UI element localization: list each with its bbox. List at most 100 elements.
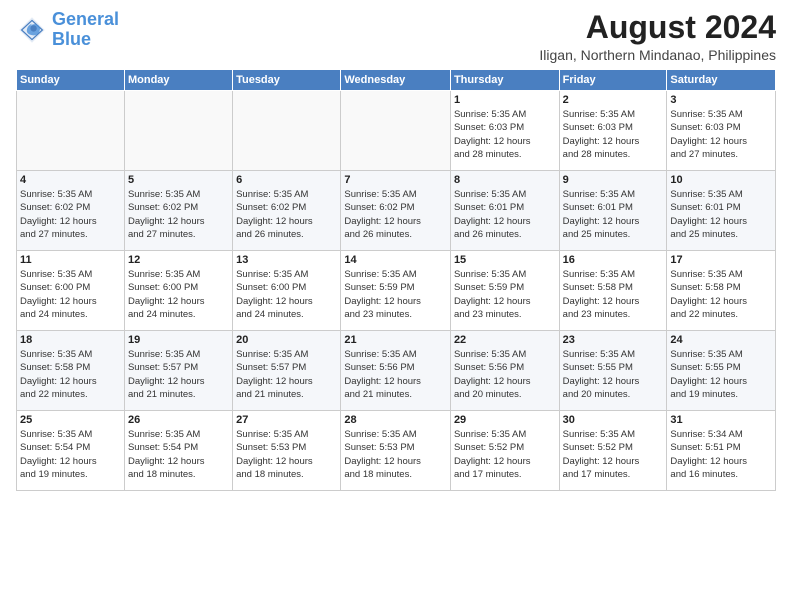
day-number: 14 xyxy=(344,254,447,266)
day-info: Sunrise: 5:35 AM Sunset: 5:58 PM Dayligh… xyxy=(563,268,664,321)
calendar-cell: 1 Sunrise: 5:35 AM Sunset: 6:03 PM Daylig… xyxy=(450,91,559,171)
calendar-week-0: 1 Sunrise: 5:35 AM Sunset: 6:03 PM Daylig… xyxy=(17,91,776,171)
calendar-cell: 30 Sunrise: 5:35 AM Sunset: 5:52 PM Dayli… xyxy=(559,411,667,491)
calendar-cell: 9 Sunrise: 5:35 AM Sunset: 6:01 PM Daylig… xyxy=(559,171,667,251)
day-number: 20 xyxy=(236,334,337,346)
day-number: 9 xyxy=(563,174,664,186)
logo-line1: General xyxy=(52,9,119,29)
day-info: Sunrise: 5:35 AM Sunset: 6:03 PM Dayligh… xyxy=(454,108,556,161)
day-number: 26 xyxy=(128,414,229,426)
calendar-cell: 17 Sunrise: 5:35 AM Sunset: 5:58 PM Dayli… xyxy=(667,251,776,331)
calendar: Sunday Monday Tuesday Wednesday Thursday… xyxy=(16,69,776,491)
day-info: Sunrise: 5:35 AM Sunset: 5:56 PM Dayligh… xyxy=(344,348,447,401)
day-number: 4 xyxy=(20,174,121,186)
col-tuesday: Tuesday xyxy=(233,70,341,91)
calendar-cell xyxy=(17,91,125,171)
calendar-week-1: 4 Sunrise: 5:35 AM Sunset: 6:02 PM Daylig… xyxy=(17,171,776,251)
col-wednesday: Wednesday xyxy=(341,70,451,91)
calendar-cell: 13 Sunrise: 5:35 AM Sunset: 6:00 PM Dayli… xyxy=(233,251,341,331)
day-number: 24 xyxy=(670,334,772,346)
header: General Blue August 2024 Iligan, Norther… xyxy=(16,10,776,63)
col-friday: Friday xyxy=(559,70,667,91)
day-number: 11 xyxy=(20,254,121,266)
calendar-cell: 5Sunrise: 5:35 AM Sunset: 6:02 PM Daylig… xyxy=(124,171,232,251)
day-info: Sunrise: 5:35 AM Sunset: 5:55 PM Dayligh… xyxy=(563,348,664,401)
day-info: Sunrise: 5:35 AM Sunset: 6:02 PM Dayligh… xyxy=(236,188,337,241)
calendar-header: Sunday Monday Tuesday Wednesday Thursday… xyxy=(17,70,776,91)
day-info: Sunrise: 5:35 AM Sunset: 5:54 PM Dayligh… xyxy=(20,428,121,481)
header-row: Sunday Monday Tuesday Wednesday Thursday… xyxy=(17,70,776,91)
day-info: Sunrise: 5:35 AM Sunset: 6:02 PM Dayligh… xyxy=(20,188,121,241)
day-number: 2 xyxy=(563,94,664,106)
day-info: Sunrise: 5:35 AM Sunset: 5:59 PM Dayligh… xyxy=(454,268,556,321)
calendar-week-2: 11 Sunrise: 5:35 AM Sunset: 6:00 PM Dayli… xyxy=(17,251,776,331)
subtitle: Iligan, Northern Mindanao, Philippines xyxy=(539,47,776,63)
calendar-cell: 4 Sunrise: 5:35 AM Sunset: 6:02 PM Daylig… xyxy=(17,171,125,251)
day-info: Sunrise: 5:35 AM Sunset: 5:54 PM Dayligh… xyxy=(128,428,229,481)
day-number: 21 xyxy=(344,334,447,346)
col-monday: Monday xyxy=(124,70,232,91)
calendar-cell: 2 Sunrise: 5:35 AM Sunset: 6:03 PM Daylig… xyxy=(559,91,667,171)
calendar-cell: 6 Sunrise: 5:35 AM Sunset: 6:02 PM Daylig… xyxy=(233,171,341,251)
calendar-cell: 25 Sunrise: 5:35 AM Sunset: 5:54 PM Dayli… xyxy=(17,411,125,491)
main-title: August 2024 xyxy=(539,10,776,45)
day-info: Sunrise: 5:35 AM Sunset: 5:59 PM Dayligh… xyxy=(344,268,447,321)
day-info: Sunrise: 5:35 AM Sunset: 6:01 PM Dayligh… xyxy=(454,188,556,241)
day-info: Sunrise: 5:35 AM Sunset: 5:53 PM Dayligh… xyxy=(236,428,337,481)
day-info: Sunrise: 5:35 AM Sunset: 6:00 PM Dayligh… xyxy=(20,268,121,321)
day-info: Sunrise: 5:35 AM Sunset: 5:52 PM Dayligh… xyxy=(563,428,664,481)
day-info: Sunrise: 5:35 AM Sunset: 5:58 PM Dayligh… xyxy=(670,268,772,321)
day-number: 31 xyxy=(670,414,772,426)
calendar-cell: 24 Sunrise: 5:35 AM Sunset: 5:55 PM Dayli… xyxy=(667,331,776,411)
calendar-cell: 26 Sunrise: 5:35 AM Sunset: 5:54 PM Dayli… xyxy=(124,411,232,491)
day-number: 1 xyxy=(454,94,556,106)
calendar-cell: 27 Sunrise: 5:35 AM Sunset: 5:53 PM Dayli… xyxy=(233,411,341,491)
day-number: 17 xyxy=(670,254,772,266)
calendar-cell: 18Sunrise: 5:35 AM Sunset: 5:58 PM Dayli… xyxy=(17,331,125,411)
day-number: 29 xyxy=(454,414,556,426)
day-info: Sunrise: 5:35 AM Sunset: 6:02 PM Dayligh… xyxy=(344,188,447,241)
calendar-cell: 8 Sunrise: 5:35 AM Sunset: 6:01 PM Daylig… xyxy=(450,171,559,251)
calendar-cell: 3Sunrise: 5:35 AM Sunset: 6:03 PM Daylig… xyxy=(667,91,776,171)
day-info: Sunrise: 5:35 AM Sunset: 6:01 PM Dayligh… xyxy=(670,188,772,241)
day-info: Sunrise: 5:35 AM Sunset: 6:03 PM Dayligh… xyxy=(563,108,664,161)
day-number: 10 xyxy=(670,174,772,186)
day-number: 23 xyxy=(563,334,664,346)
day-info: Sunrise: 5:35 AM Sunset: 5:55 PM Dayligh… xyxy=(670,348,772,401)
logo: General Blue xyxy=(16,10,119,50)
day-number: 16 xyxy=(563,254,664,266)
logo-text: General Blue xyxy=(52,10,119,50)
day-number: 6 xyxy=(236,174,337,186)
calendar-cell: 22Sunrise: 5:35 AM Sunset: 5:56 PM Dayli… xyxy=(450,331,559,411)
calendar-cell xyxy=(124,91,232,171)
day-number: 25 xyxy=(20,414,121,426)
calendar-cell: 10 Sunrise: 5:35 AM Sunset: 6:01 PM Dayli… xyxy=(667,171,776,251)
calendar-cell xyxy=(233,91,341,171)
day-info: Sunrise: 5:34 AM Sunset: 5:51 PM Dayligh… xyxy=(670,428,772,481)
day-number: 15 xyxy=(454,254,556,266)
day-info: Sunrise: 5:35 AM Sunset: 5:57 PM Dayligh… xyxy=(236,348,337,401)
day-number: 28 xyxy=(344,414,447,426)
calendar-cell: 7 Sunrise: 5:35 AM Sunset: 6:02 PM Daylig… xyxy=(341,171,451,251)
calendar-cell: 29 Sunrise: 5:35 AM Sunset: 5:52 PM Dayli… xyxy=(450,411,559,491)
col-thursday: Thursday xyxy=(450,70,559,91)
day-number: 3 xyxy=(670,94,772,106)
day-info: Sunrise: 5:35 AM Sunset: 6:01 PM Dayligh… xyxy=(563,188,664,241)
calendar-cell: 23 Sunrise: 5:35 AM Sunset: 5:55 PM Dayli… xyxy=(559,331,667,411)
day-number: 13 xyxy=(236,254,337,266)
logo-icon xyxy=(16,14,48,46)
day-number: 5 xyxy=(128,174,229,186)
calendar-cell xyxy=(341,91,451,171)
day-info: Sunrise: 5:35 AM Sunset: 5:53 PM Dayligh… xyxy=(344,428,447,481)
day-info: Sunrise: 5:35 AM Sunset: 5:52 PM Dayligh… xyxy=(454,428,556,481)
col-saturday: Saturday xyxy=(667,70,776,91)
day-number: 7 xyxy=(344,174,447,186)
calendar-cell: 16 Sunrise: 5:35 AM Sunset: 5:58 PM Dayli… xyxy=(559,251,667,331)
day-number: 8 xyxy=(454,174,556,186)
day-number: 30 xyxy=(563,414,664,426)
day-number: 19 xyxy=(128,334,229,346)
day-info: Sunrise: 5:35 AM Sunset: 6:00 PM Dayligh… xyxy=(236,268,337,321)
title-block: August 2024 Iligan, Northern Mindanao, P… xyxy=(539,10,776,63)
calendar-cell: 20 Sunrise: 5:35 AM Sunset: 5:57 PM Dayli… xyxy=(233,331,341,411)
day-number: 27 xyxy=(236,414,337,426)
